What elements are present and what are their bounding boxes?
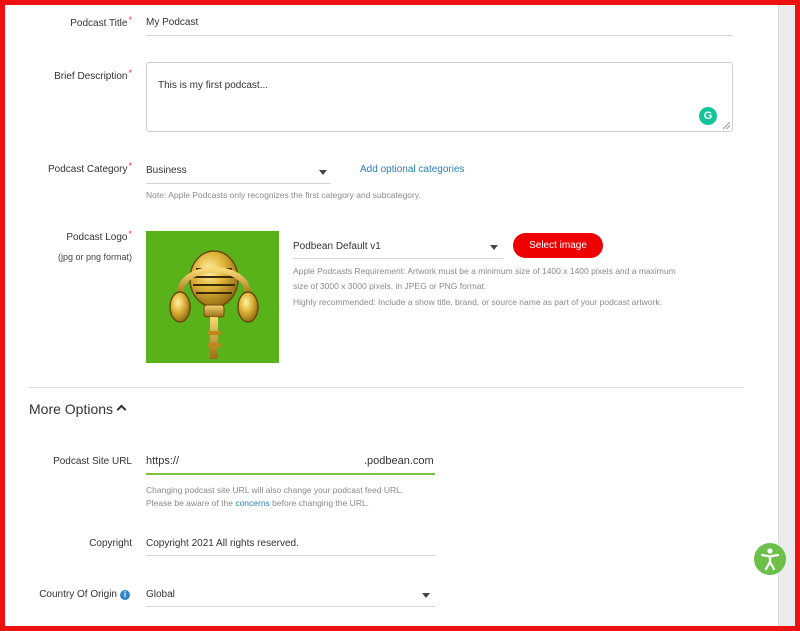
country-label-text: Country Of Origin xyxy=(39,589,117,600)
podcast-title-label-text: Podcast Title xyxy=(70,18,128,29)
site-url-suffix: .podbean.com xyxy=(364,455,434,467)
podcast-logo-image xyxy=(146,231,279,363)
chevron-down-icon xyxy=(490,245,498,250)
category-note: Note: Apple Podcasts only recognizes the… xyxy=(146,190,421,200)
podcast-category-value: Business xyxy=(146,165,187,176)
required-mark: * xyxy=(128,161,132,171)
podcast-category-underline xyxy=(146,183,331,184)
required-mark: * xyxy=(128,229,132,239)
podcast-title-underline xyxy=(146,35,733,36)
country-underline xyxy=(146,606,435,607)
podcast-title-input[interactable]: My Podcast xyxy=(146,17,198,28)
podcast-category-label-text: Podcast Category xyxy=(47,164,128,175)
chevron-down-icon xyxy=(319,170,327,175)
artwork-recommendation: Highly recommended: Include a show title… xyxy=(293,297,662,307)
accessibility-icon xyxy=(760,548,780,571)
required-mark: * xyxy=(128,68,132,78)
podcast-category-label: Podcast Category* xyxy=(47,161,132,175)
site-url-help-line1: Changing podcast site URL will also chan… xyxy=(146,485,404,495)
artwork-requirement-line1: Apple Podcasts Requirement: Artwork must… xyxy=(293,266,676,276)
brief-description-value: This is my first podcast... xyxy=(158,80,269,91)
info-icon[interactable]: i xyxy=(120,590,130,600)
copyright-label: Copyright xyxy=(89,538,132,549)
copyright-label-text: Copyright xyxy=(89,538,132,549)
site-url-label: Podcast Site URL xyxy=(53,456,132,467)
podcast-logo-label: Podcast Logo* xyxy=(66,229,132,243)
brief-description-textarea[interactable]: This is my first podcast... G xyxy=(146,62,733,132)
site-url-underline xyxy=(146,473,435,475)
select-image-button[interactable]: Select image xyxy=(513,233,603,258)
chevron-up-icon[interactable] xyxy=(116,404,127,415)
site-url-label-text: Podcast Site URL xyxy=(53,456,132,467)
podcast-logo-format-hint: (jpg or png format) xyxy=(57,252,132,262)
more-options-toggle[interactable]: More Options xyxy=(29,401,113,417)
required-mark: * xyxy=(128,15,132,25)
brief-description-label-text: Brief Description xyxy=(54,71,128,82)
site-url-prefix: https:// xyxy=(146,455,180,467)
add-optional-categories-link[interactable]: Add optional categories xyxy=(360,164,465,175)
site-url-help-before: Please be aware of the xyxy=(146,498,236,508)
copyright-underline xyxy=(146,555,435,556)
brief-description-label: Brief Description* xyxy=(54,68,132,82)
country-label: Country Of Origin xyxy=(39,589,117,600)
microphone-icon xyxy=(169,250,259,359)
chevron-down-icon xyxy=(422,593,430,598)
country-value: Global xyxy=(146,589,175,600)
copyright-input[interactable]: Copyright 2021 All rights reserved. xyxy=(146,538,299,549)
logo-style-value: Podbean Default v1 xyxy=(293,241,381,252)
grammarly-icon[interactable]: G xyxy=(699,107,717,125)
site-url-help-line2: Please be aware of the concerns before c… xyxy=(146,497,369,510)
artwork-requirement-line2: size of 3000 x 3000 pixels, in JPEG or P… xyxy=(293,281,487,291)
site-url-input[interactable] xyxy=(185,452,360,470)
logo-style-underline xyxy=(293,258,503,259)
accessibility-button[interactable] xyxy=(754,543,786,575)
podcast-title-label: Podcast Title* xyxy=(70,15,132,29)
resize-handle[interactable] xyxy=(723,122,730,129)
site-url-help-after: before changing the URL. xyxy=(269,498,370,508)
scrollbar[interactable] xyxy=(778,5,796,626)
section-divider xyxy=(28,387,744,388)
concerns-link[interactable]: concerns xyxy=(235,498,270,508)
podcast-logo-label-text: Podcast Logo xyxy=(66,232,128,243)
